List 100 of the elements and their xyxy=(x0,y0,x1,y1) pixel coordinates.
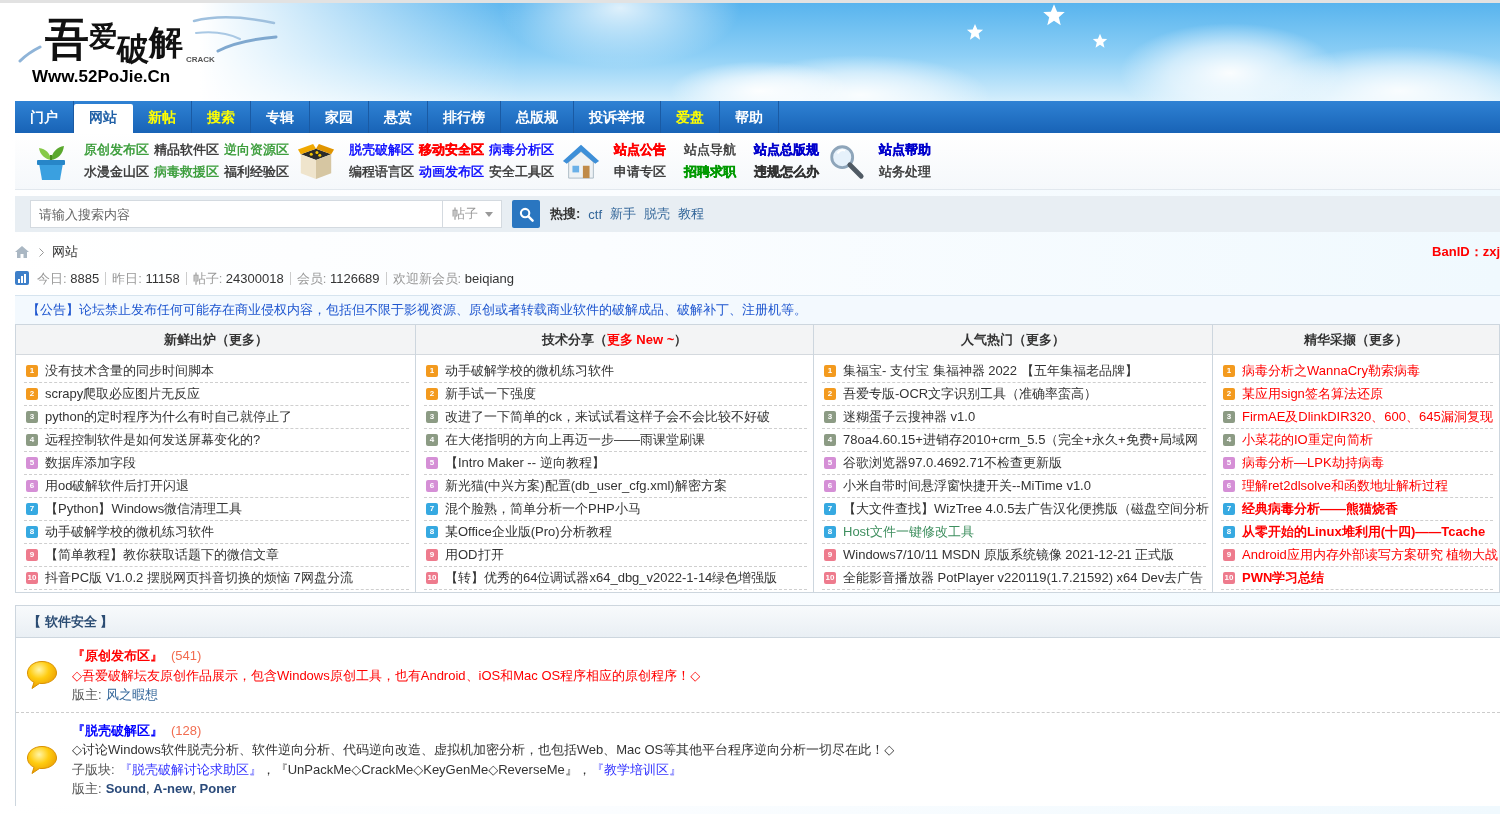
topic-link[interactable]: PWN学习总结 xyxy=(1242,569,1325,587)
rank-badge: 2 xyxy=(426,388,438,400)
topic-link[interactable]: 从零开始的Linux堆利用(十四)——Tcache xyxy=(1242,523,1486,541)
nav-tab[interactable]: 网站 xyxy=(74,104,133,133)
forum-link[interactable]: 招聘求职 xyxy=(684,163,749,181)
hot-search-link[interactable]: 新手 xyxy=(610,205,637,223)
topic-link[interactable]: 小米自带时间悬浮窗快捷开关--MiTime v1.0 xyxy=(843,477,1091,495)
topic-link[interactable]: 数据库添加字段 xyxy=(45,454,136,472)
topic-link[interactable]: Android应用内存外部读写方案研究 植物大战 xyxy=(1242,546,1499,564)
rank-badge: 3 xyxy=(1223,411,1235,423)
topic-link[interactable]: 动手破解学校的微机练习软件 xyxy=(445,362,614,380)
forum-link[interactable]: 病毒分析区 xyxy=(489,141,554,159)
star-icon xyxy=(1092,33,1108,49)
moderator-link[interactable]: Sound xyxy=(105,781,147,796)
forum-link[interactable]: 精品软件区 xyxy=(154,141,219,159)
topic-link[interactable]: 吾爱专版-OCR文字识别工具（准确率蛮高） xyxy=(843,385,1098,403)
topic-link[interactable]: 谷歌浏览器97.0.4692.71不检查更新版 xyxy=(843,454,1062,472)
rank-badge: 5 xyxy=(426,457,438,469)
topic-link[interactable]: Windows7/10/11 MSDN 原版系统镜像 2021-12-21 正式版 xyxy=(843,546,1175,564)
section-header[interactable]: 【 软件安全 】 xyxy=(16,606,1500,638)
moderator-link[interactable]: 风之暇想 xyxy=(105,687,158,702)
rank-badge: 1 xyxy=(426,365,438,377)
rank-badge: 4 xyxy=(426,434,438,446)
forum-link[interactable]: 站点公告 xyxy=(614,141,679,159)
rank-badge: 9 xyxy=(26,549,38,561)
forum-title[interactable]: 『原创发布区』 xyxy=(72,648,163,663)
topic-link[interactable]: 抖音PC版 V1.0.2 摆脱网页抖音切换的烦恼 7网盘分流 xyxy=(45,569,353,587)
subforum-link[interactable]: 『UnPackMe◇CrackMe◇KeyGenMe◇ReverseMe』 xyxy=(274,761,578,777)
search-button[interactable] xyxy=(512,200,540,228)
more-link[interactable]: 更多 xyxy=(1369,332,1395,347)
topic-link[interactable]: FirmAE及DlinkDIR320、600、645漏洞复现 xyxy=(1242,408,1493,426)
topic-link[interactable]: 集福宝- 支付宝 集福神器 2022 【五年集福老品牌】 xyxy=(843,362,1138,380)
rank-badge: 7 xyxy=(426,503,438,515)
hot-search-link[interactable]: 脱壳 xyxy=(644,205,671,223)
rank-badge: 7 xyxy=(26,503,38,515)
rank-badge: 10 xyxy=(426,572,438,584)
topic-link[interactable]: 迷糊蛋子云搜神器 v1.0 xyxy=(843,408,976,426)
forum-link[interactable]: 站点导航 xyxy=(684,141,749,159)
topic-link[interactable]: Host文件一键修改工具 xyxy=(843,523,974,541)
topic-link[interactable]: 在大佬指明的方向上再迈一步——雨课堂刷课 xyxy=(445,431,705,449)
topic-link[interactable]: 理解ret2dlsolve和函数地址解析过程 xyxy=(1242,477,1448,495)
forum-title[interactable]: 『脱壳破解区』 xyxy=(72,722,163,738)
topic-link[interactable]: 某应用sign签名算法还原 xyxy=(1242,385,1383,403)
forum-link[interactable]: 安全工具区 xyxy=(489,163,554,181)
more-link[interactable]: 更多 xyxy=(228,332,255,347)
topic-link[interactable]: 【大文件查找】WizTree 4.0.5去广告汉化便携版（磁盘空间分析 xyxy=(843,500,1210,518)
topic-link[interactable]: scrapy爬取必应图片无反应 xyxy=(45,385,201,403)
rank-badge: 5 xyxy=(1223,457,1235,469)
more-link[interactable]: 更多 xyxy=(1026,332,1052,347)
topic-link[interactable]: python的定时程序为什么有时自己就停止了 xyxy=(45,408,293,426)
topic-link[interactable]: 全能影音播放器 PotPlayer v220119(1.7.21592) x64 Dev去广告 xyxy=(843,569,1204,587)
topic-link[interactable]: 【Intro Maker -- 逆向教程】 xyxy=(445,454,605,472)
forum-link[interactable]: 动画发布区 xyxy=(419,163,484,181)
ban-id-text: BanID：zxj xyxy=(1432,243,1500,261)
forum-link[interactable]: 站务处理 xyxy=(879,163,944,181)
topic-link[interactable]: 病毒分析—LPK劫持病毒 xyxy=(1242,454,1384,472)
topic-link[interactable]: 动手破解学校的微机练习软件 xyxy=(45,523,214,541)
forum-link[interactable]: 水漫金山区 xyxy=(84,163,149,181)
forum-link[interactable]: 原创发布区 xyxy=(84,141,149,159)
more-link[interactable]: 更多 New ~ xyxy=(606,332,675,347)
forum-link[interactable]: 移动安全区 xyxy=(419,141,484,159)
subforum-link[interactable]: 『脱壳破解讨论求助区』 xyxy=(118,761,262,777)
rank-badge: 2 xyxy=(824,388,836,400)
topic-link[interactable]: 用od破解软件后打开闪退 xyxy=(45,477,190,495)
forum-link[interactable]: 编程语言区 xyxy=(349,163,414,181)
search-field[interactable]: 请输入搜索内容 xyxy=(30,200,442,228)
topic-link[interactable]: 78oa4.60.15+进销存2010+crm_5.5（完全+永久+免费+局域网 xyxy=(843,431,1199,449)
forum-link[interactable]: 病毒救援区 xyxy=(154,163,219,181)
topic-link[interactable]: 小菜花的IO重定向简析 xyxy=(1242,431,1373,449)
topic-link[interactable]: 混个脸熟，简单分析一个PHP小马 xyxy=(445,500,641,518)
topic-link[interactable]: 【转】优秀的64位调试器x64_dbg_v2022-1-14绿色增强版 xyxy=(445,569,778,587)
forum-link[interactable]: 脱壳破解区 xyxy=(349,141,414,159)
rank-badge: 8 xyxy=(26,526,38,538)
topic-link[interactable]: 某Office企业版(Pro)分析教程 xyxy=(445,523,612,541)
forum-link[interactable]: 违规怎么办 xyxy=(754,163,819,181)
topic-link[interactable]: 新光猫(中兴方案)配置(db_user_cfg.xml)解密方案 xyxy=(445,477,727,495)
moderator-line: 版主: 风之暇想 xyxy=(72,686,159,704)
hot-search-link[interactable]: ctf xyxy=(588,206,603,222)
subforum-link[interactable]: 『教学培训区』 xyxy=(590,761,682,777)
forum-link[interactable]: 站点帮助 xyxy=(879,141,944,159)
column-title: 技术分享（更多 New ~） xyxy=(541,332,688,347)
forum-link[interactable]: 福利经验区 xyxy=(224,163,289,181)
logo-url: Www.52PoJie.Cn xyxy=(32,68,171,85)
topic-link[interactable]: 改进了一下简单的ck，来试试看这样子会不会比较不好破 xyxy=(445,408,770,426)
topic-link[interactable]: 新手试一下强度 xyxy=(445,385,536,403)
rank-badge: 1 xyxy=(824,365,836,377)
topic-link[interactable]: 病毒分析之WannaCry勒索病毒 xyxy=(1242,362,1420,380)
hot-search-link[interactable]: 教程 xyxy=(678,205,705,223)
moderator-link[interactable]: Poner xyxy=(199,781,237,796)
topic-link[interactable]: 【简单教程】教你获取话题下的微信文章 xyxy=(45,546,279,564)
topic-link[interactable]: 用OD打开 xyxy=(445,546,504,564)
topic-link[interactable]: 【Python】Windows微信清理工具 xyxy=(45,500,243,518)
forum-link[interactable]: 站点总版规 xyxy=(754,141,819,159)
topic-link[interactable]: 远程控制软件是如何发送屏幕变化的? xyxy=(45,431,261,449)
forum-link[interactable]: 申请专区 xyxy=(614,163,679,181)
breadcrumb-link[interactable]: 网站 xyxy=(52,243,78,261)
topic-link[interactable]: 经典病毒分析——熊猫烧香 xyxy=(1242,500,1398,518)
topic-link[interactable]: 没有技术含量的同步时间脚本 xyxy=(45,362,214,380)
forum-link[interactable]: 逆向资源区 xyxy=(224,141,289,159)
caret-icon xyxy=(484,211,493,217)
